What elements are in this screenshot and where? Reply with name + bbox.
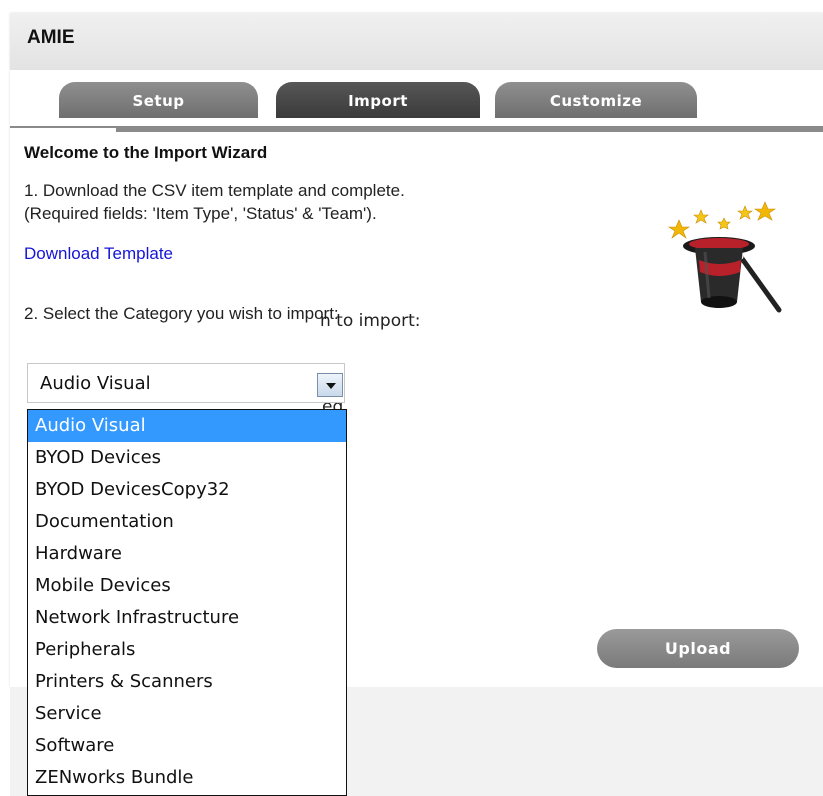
tab-bar: Setup Import Customize [10, 70, 823, 126]
tab-underline-left [10, 126, 116, 128]
star-icon [754, 201, 776, 221]
category-select-value: Audio Visual [40, 373, 151, 394]
dropdown-option[interactable]: Network Infrastructure [28, 602, 346, 634]
title-bar: AMIE [10, 13, 823, 71]
category-select[interactable]: Audio Visual [27, 363, 345, 403]
dropdown-option[interactable]: BYOD Devices [28, 442, 346, 474]
step2-instruction: 2. Select the Category you wish to impor… [24, 304, 339, 323]
step1-instruction: 1. Download the CSV item template and co… [24, 181, 405, 200]
chevron-down-icon [326, 383, 336, 389]
star-icon [693, 209, 709, 224]
dropdown-option[interactable]: ZENworks Bundle [28, 762, 346, 794]
app-title: AMIE [27, 27, 75, 48]
tab-setup[interactable]: Setup [59, 82, 258, 118]
dropdown-option[interactable]: Hardware [28, 538, 346, 570]
dropdown-option[interactable]: Documentation [28, 506, 346, 538]
partially-hidden-text-1: n to import: [320, 311, 421, 331]
tab-import[interactable]: Import [276, 82, 480, 118]
dropdown-option[interactable]: Mobile Devices [28, 570, 346, 602]
dropdown-option[interactable]: Audio Visual [28, 410, 346, 442]
step1-required-fields: (Required fields: 'Item Type', 'Status' … [24, 204, 377, 223]
star-icon [737, 205, 753, 220]
dropdown-option[interactable]: Software [28, 730, 346, 762]
category-dropdown-list[interactable]: Audio Visual BYOD Devices BYOD DevicesCo… [27, 409, 347, 796]
star-icon [668, 219, 690, 239]
wizard-heading: Welcome to the Import Wizard [24, 143, 268, 162]
star-icon [717, 217, 731, 230]
tab-underline [116, 126, 823, 132]
tab-customize[interactable]: Customize [495, 82, 697, 118]
magic-hat-icon [668, 201, 782, 313]
download-template-link[interactable]: Download Template [24, 244, 173, 264]
dropdown-option[interactable]: Peripherals [28, 634, 346, 666]
dropdown-option[interactable]: Service [28, 698, 346, 730]
dropdown-button[interactable] [317, 373, 343, 397]
upload-button[interactable]: Upload [597, 629, 799, 668]
dropdown-option[interactable]: BYOD DevicesCopy32 [28, 474, 346, 506]
dropdown-option[interactable]: Printers & Scanners [28, 666, 346, 698]
